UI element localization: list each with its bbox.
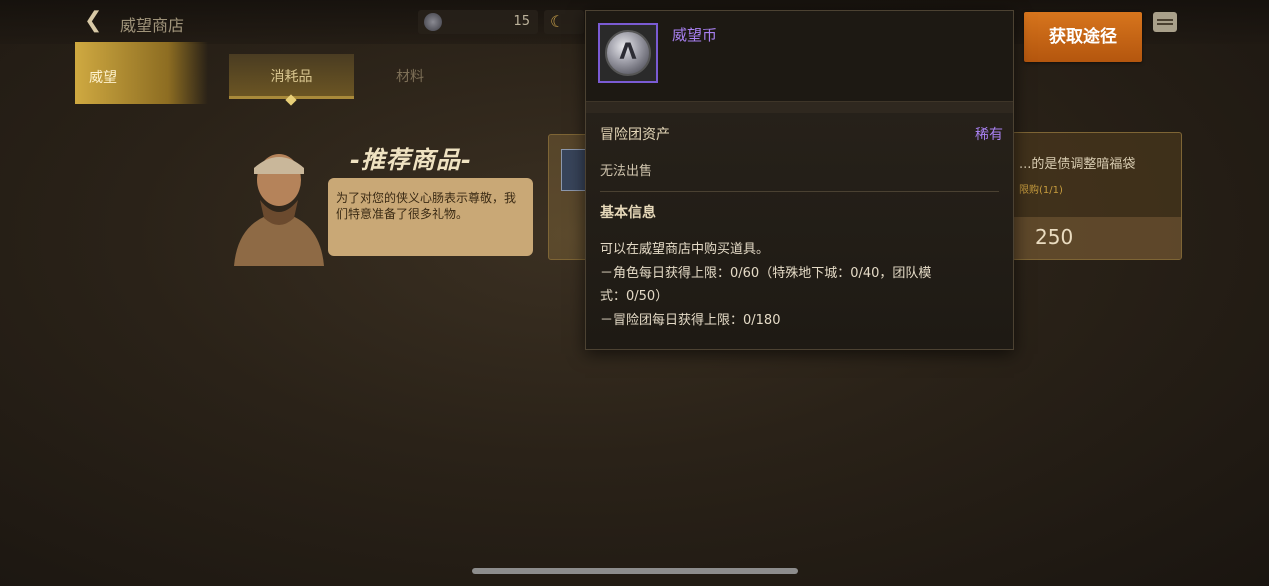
desc-line: 可以在威望商店中购买道具。 [600, 242, 770, 257]
coin-emblem-icon: Λ [619, 40, 637, 65]
tab-reputation-label: 威望 [89, 70, 117, 86]
product-card-left[interactable] [548, 134, 590, 260]
item-description: 可以在威望商店中购买道具。 －角色每日获得上限：0/60（特殊地下城：0/40，… [600, 238, 995, 332]
reputation-coin-icon: Λ [605, 30, 651, 76]
shop-title: 威望商店 [120, 16, 185, 35]
desc-line: －冒险团每日获得上限：0/180 [600, 312, 781, 328]
recommend-title: -推荐商品- [350, 146, 472, 174]
tab-reputation[interactable]: 威望 [75, 42, 208, 104]
npc-speech-bubble: 为了对您的侠义心肠表示尊敬，我们特意准备了很多礼物。 [328, 178, 533, 256]
product-card-right[interactable]: ...的是债调整暗福袋 限购(1/1) 250 [1012, 132, 1182, 260]
item-rarity: 稀有 [975, 127, 1003, 143]
item-name: 威望币 [672, 26, 718, 44]
product-price: 250 [1035, 225, 1074, 249]
tab-materials-label: 材料 [396, 69, 424, 85]
product-icon [561, 149, 587, 191]
tab-materials[interactable]: 材料 [380, 54, 440, 96]
tab-consumables-label: 消耗品 [270, 69, 313, 85]
item-icon-frame: Λ [598, 23, 658, 83]
basic-info-title: 基本信息 [600, 205, 656, 221]
reputation-coin-icon [424, 13, 442, 31]
reputation-coin-count: 15 [513, 14, 530, 29]
section-separator [600, 191, 999, 192]
product-limit: 限购(1/1) [1019, 185, 1063, 196]
sell-status: 无法出售 [600, 164, 653, 179]
desc-line: 式：0/50） [600, 289, 669, 304]
chat-icon[interactable] [1153, 12, 1177, 32]
tooltip-divider [586, 101, 1013, 113]
obtain-method-button[interactable]: 获取途径 [1024, 12, 1142, 62]
gold-icon: ☾ [550, 12, 565, 31]
selected-tab-indicator [285, 94, 297, 106]
item-category: 冒险团资产 [600, 127, 670, 143]
reputation-currency: 15 [418, 10, 538, 34]
tab-consumables[interactable]: 消耗品 [229, 54, 354, 106]
home-indicator[interactable] [472, 568, 798, 574]
product-name: ...的是债调整暗福袋 [1019, 157, 1136, 172]
back-arrow-icon[interactable]: ❮ [84, 10, 112, 32]
desc-line: －角色每日获得上限：0/60（特殊地下城：0/40，团队模 [600, 265, 932, 281]
gold-currency: ☾ [544, 10, 584, 34]
npc-merchant-portrait [234, 154, 324, 266]
item-tooltip: Λ 威望币 冒险团资产 稀有 无法出售 基本信息 可以在威望商店中购买道具。 －… [585, 10, 1014, 350]
